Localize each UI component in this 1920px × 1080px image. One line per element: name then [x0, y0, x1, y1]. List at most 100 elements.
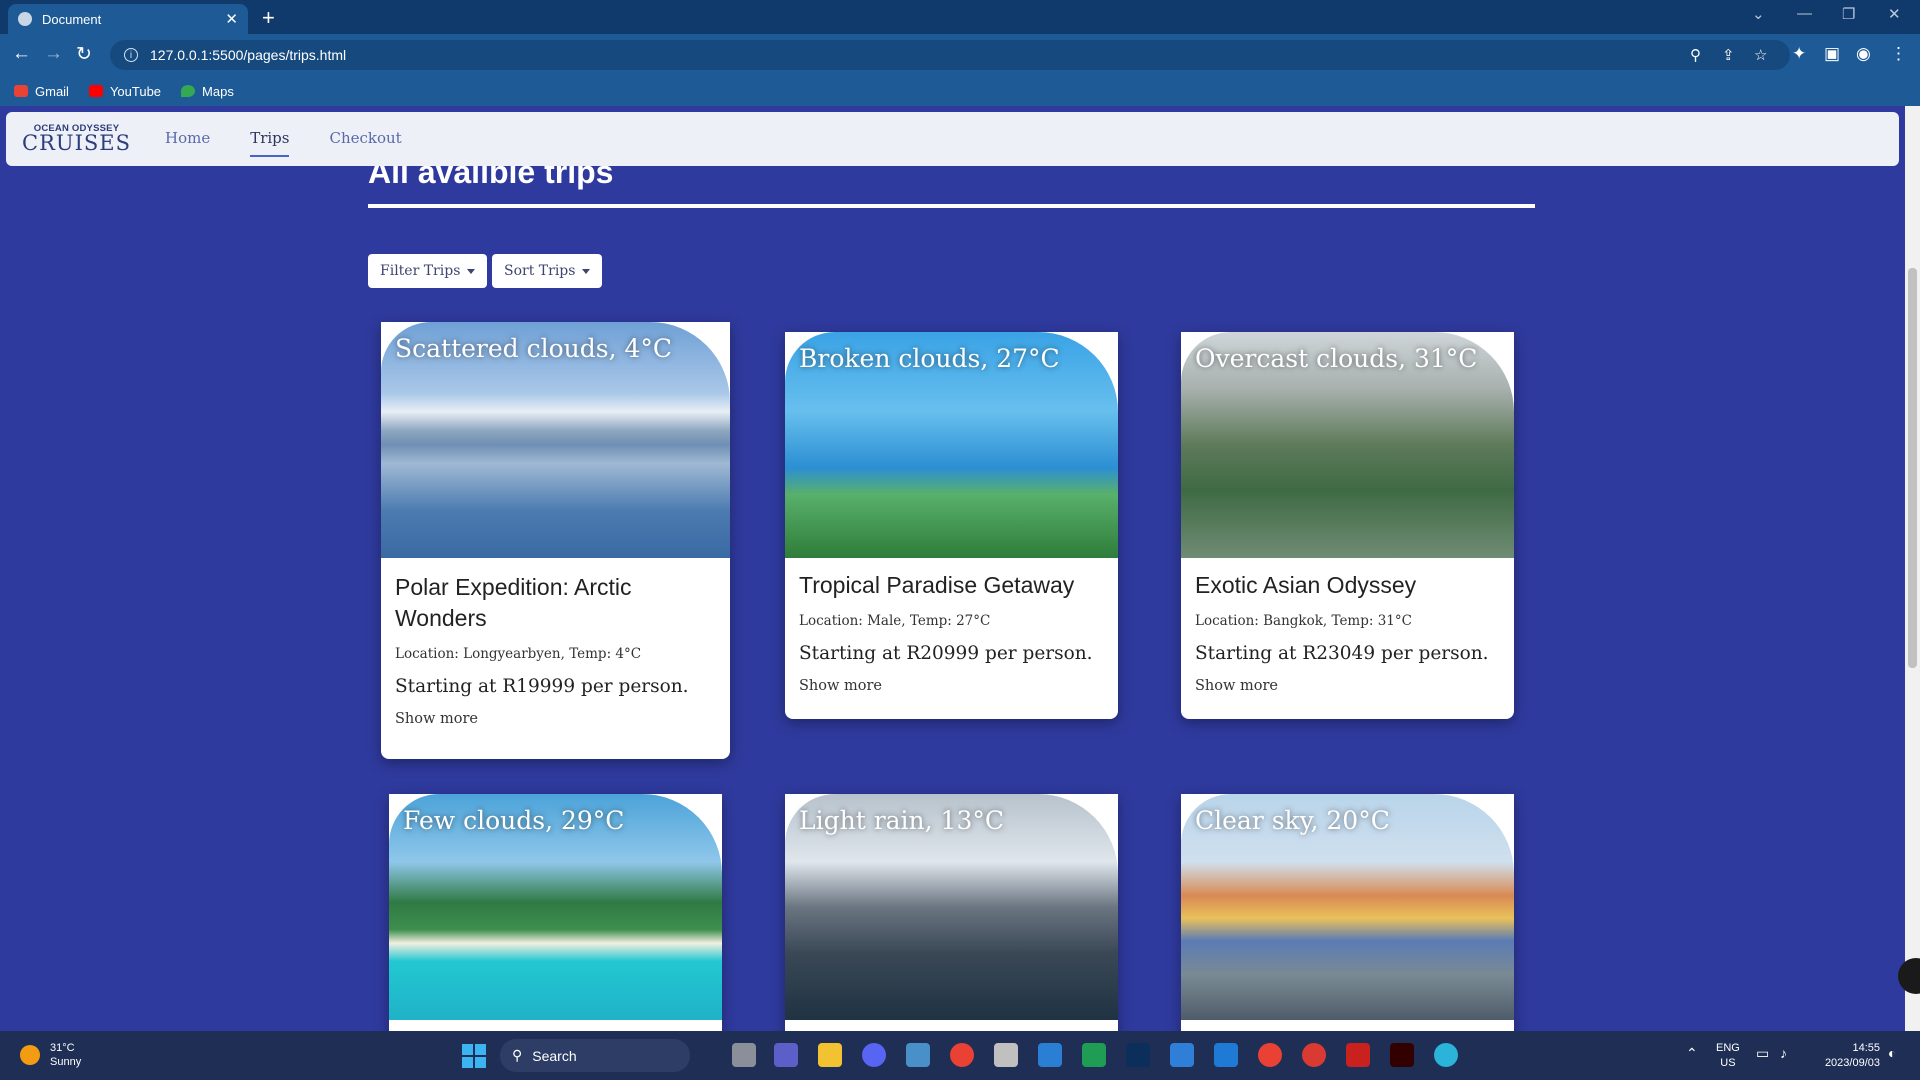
trip-title: Exotic Asian Odyssey	[1195, 572, 1417, 598]
trip-card[interactable]: Few clouds, 29°C	[389, 794, 722, 1031]
lightroom-icon[interactable]	[1126, 1043, 1150, 1067]
volume-icon[interactable]: ♪	[1780, 1045, 1787, 1061]
tab-search-icon[interactable]: ⌄	[1752, 5, 1765, 23]
language-indicator[interactable]: ENG US	[1716, 1041, 1740, 1071]
browser-toolbar: ← → ↻ i 127.0.0.1:5500/pages/trips.html …	[0, 34, 1920, 76]
site-info-icon[interactable]: i	[124, 48, 138, 62]
page-viewport: OCEAN ODYSSEY CRUISES Home Trips Checkou…	[0, 106, 1905, 1031]
menu-icon[interactable]: ⋮	[1890, 44, 1907, 64]
address-bar[interactable]: i 127.0.0.1:5500/pages/trips.html	[110, 40, 1790, 70]
store-icon[interactable]	[1038, 1043, 1062, 1067]
chrome-profile-icon[interactable]	[1258, 1043, 1282, 1067]
tool-icon[interactable]	[994, 1043, 1018, 1067]
bookmark-label: Maps	[202, 83, 234, 99]
sheets-icon[interactable]	[1082, 1043, 1106, 1067]
nav-home[interactable]: Home	[165, 129, 210, 157]
share-icon[interactable]: ⇪	[1722, 46, 1735, 64]
clock[interactable]: 14:55 2023/09/03	[1810, 1041, 1880, 1071]
site-navbar: OCEAN ODYSSEY CRUISES Home Trips Checkou…	[6, 112, 1899, 166]
profile-icon[interactable]: ◉	[1856, 44, 1871, 64]
filter-trips-button[interactable]: Filter Trips	[368, 254, 488, 288]
vscode-icon[interactable]	[1214, 1043, 1238, 1067]
trip-location: Location: Male, Temp: 27°C	[799, 613, 991, 629]
globe-icon	[18, 12, 32, 26]
trip-card[interactable]: Overcast clouds, 31°C Exotic Asian Odyss…	[1181, 332, 1514, 719]
weather-label: Scattered clouds, 4°C	[395, 334, 673, 363]
scrollbar-thumb[interactable]	[1908, 268, 1917, 668]
minimize-icon[interactable]: —	[1797, 5, 1812, 22]
sort-trips-button[interactable]: Sort Trips	[492, 254, 603, 288]
bookmark-label: Gmail	[35, 83, 69, 99]
editor-icon[interactable]	[1170, 1043, 1194, 1067]
title-divider	[368, 204, 1535, 208]
weather-label: Few clouds, 29°C	[403, 806, 625, 835]
notification-icon[interactable]: ◐	[1888, 1045, 1896, 1061]
bookmarks-bar: Gmail YouTube Maps	[0, 76, 1920, 106]
trip-card[interactable]: Broken clouds, 27°C Tropical Paradise Ge…	[785, 332, 1118, 719]
browser-tab-bar: Document ✕ + ⌄ — ❐ ✕	[0, 0, 1920, 34]
search-icon: ⚲	[512, 1047, 523, 1063]
trip-title: Tropical Paradise Getaway	[799, 572, 1075, 598]
url-text: 127.0.0.1:5500/pages/trips.html	[150, 47, 347, 63]
trip-price: Starting at R20999 per person.	[799, 643, 1093, 664]
trip-price: Starting at R23049 per person.	[1195, 643, 1489, 664]
sun-icon	[20, 1045, 40, 1065]
trip-card[interactable]: Light rain, 13°C	[785, 794, 1118, 1031]
show-more-link[interactable]: Show more	[1195, 678, 1500, 694]
weather-label: Clear sky, 20°C	[1195, 806, 1390, 835]
trip-card[interactable]: Scattered clouds, 4°C Polar Expedition: …	[381, 322, 730, 759]
tab-document[interactable]: Document ✕	[8, 4, 248, 34]
side-panel-icon[interactable]: ▣	[1824, 44, 1840, 64]
illustrator-icon[interactable]	[1390, 1043, 1414, 1067]
file-explorer-icon[interactable]	[818, 1043, 842, 1067]
start-button[interactable]	[462, 1044, 486, 1068]
show-more-link[interactable]: Show more	[395, 711, 716, 727]
task-view-icon[interactable]	[732, 1043, 756, 1067]
caret-down-icon	[582, 268, 591, 274]
app-icon[interactable]	[906, 1043, 930, 1067]
new-tab-button[interactable]: +	[262, 5, 275, 31]
restore-icon[interactable]: ❐	[1842, 5, 1855, 23]
tab-title: Document	[42, 11, 102, 27]
teams-icon[interactable]	[774, 1043, 798, 1067]
taskbar-search[interactable]: ⚲ Search	[500, 1039, 690, 1072]
bookmark-maps[interactable]: Maps	[181, 84, 234, 99]
weather-condition: Sunny	[50, 1056, 82, 1068]
page-scrollbar[interactable]	[1905, 106, 1920, 1031]
back-icon[interactable]: ←	[12, 43, 31, 65]
nav-trips[interactable]: Trips	[250, 129, 290, 157]
maps-icon	[181, 85, 196, 97]
trip-location: Location: Longyearbyen, Temp: 4°C	[395, 646, 642, 662]
chrome-icon[interactable]	[950, 1043, 974, 1067]
show-more-link[interactable]: Show more	[799, 678, 1104, 694]
trip-title: Polar Expedition: Arctic Wonders	[395, 574, 632, 631]
taskbar: 31°C Sunny ⚲ Search ⌃ ENG US ▭ ♪ 14:55 2…	[0, 1031, 1920, 1080]
bookmark-youtube[interactable]: YouTube	[88, 83, 162, 99]
network-icon[interactable]: ▭	[1756, 1045, 1769, 1062]
forward-icon[interactable]: →	[44, 43, 63, 65]
weather-label: Light rain, 13°C	[799, 806, 1004, 835]
browser-app-icon[interactable]	[1434, 1043, 1458, 1067]
bookmark-gmail[interactable]: Gmail	[14, 84, 69, 99]
caret-down-icon	[467, 268, 476, 274]
bookmark-label: YouTube	[109, 83, 162, 99]
close-tab-icon[interactable]: ✕	[225, 10, 238, 28]
taskbar-weather[interactable]: 31°C Sunny	[20, 1041, 81, 1069]
zoom-icon[interactable]: ⚲	[1690, 46, 1701, 64]
chrome-dev-icon[interactable]	[1302, 1043, 1326, 1067]
discord-icon[interactable]	[862, 1043, 886, 1067]
trip-price: Starting at R19999 per person.	[395, 676, 689, 697]
weather-label: Overcast clouds, 31°C	[1195, 344, 1478, 373]
youtube-icon	[88, 85, 103, 97]
bookmark-star-icon[interactable]: ☆	[1754, 46, 1767, 64]
weather-temp: 31°C	[50, 1042, 75, 1054]
reload-icon[interactable]: ↻	[76, 43, 92, 66]
nav-checkout[interactable]: Checkout	[329, 129, 401, 157]
trip-location: Location: Bangkok, Temp: 31°C	[1195, 613, 1412, 629]
site-logo[interactable]: OCEAN ODYSSEY CRUISES	[22, 124, 131, 155]
close-window-icon[interactable]: ✕	[1888, 5, 1901, 23]
trip-card[interactable]: Clear sky, 20°C	[1181, 794, 1514, 1031]
acrobat-icon[interactable]	[1346, 1043, 1370, 1067]
extensions-icon[interactable]: ✦	[1792, 44, 1806, 64]
tray-overflow-icon[interactable]: ⌃	[1686, 1045, 1698, 1062]
